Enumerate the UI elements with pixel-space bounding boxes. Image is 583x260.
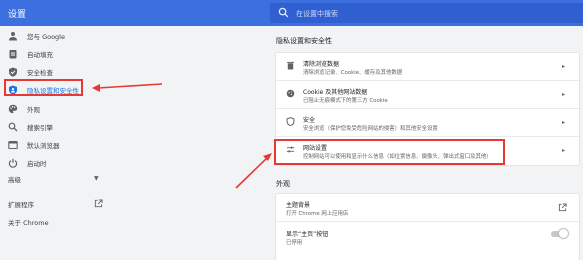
advanced-label: 高级 xyxy=(8,176,21,184)
person-icon xyxy=(9,32,17,41)
row-theme[interactable]: 主题背景 打开 Chrome 网上应用店 xyxy=(276,194,579,222)
search-box[interactable] xyxy=(270,3,583,23)
row-title: 主题背景 xyxy=(286,202,311,209)
section-title-appearance: 外观 xyxy=(276,180,290,188)
annotation-arrow-up xyxy=(235,153,272,189)
palette-icon xyxy=(8,104,18,114)
row-title: 安全 xyxy=(303,117,316,124)
arrow-right-icon: ▸ xyxy=(561,91,565,98)
row-clear-browsing-data[interactable]: 清除浏览数据 清除浏览记录、Cookie、缓存及其他数据 ▸ xyxy=(276,53,579,81)
row-security[interactable]: 安全 安全浏览（保护您免受危险网站的侵害）和其他安全设置 ▸ xyxy=(276,109,579,137)
sidebar-item-label: 搜索引擎 xyxy=(27,124,53,132)
sidebar-item-label: 自动填充 xyxy=(27,51,53,59)
trash-icon xyxy=(287,61,294,70)
arrow-right-icon: ▸ xyxy=(561,63,565,70)
sidebar-item-search-engine[interactable]: 搜索引擎 xyxy=(0,118,115,136)
sidebar-item-autofill[interactable]: 自动填充 xyxy=(0,45,115,63)
search-icon xyxy=(8,122,18,132)
sidebar-item-label: 外观 xyxy=(27,106,40,114)
toggle-knob xyxy=(559,229,568,238)
search-icon xyxy=(278,7,289,18)
clipboard-icon xyxy=(9,50,17,59)
row-title: 清除浏览数据 xyxy=(303,61,340,68)
open-in-new-icon xyxy=(558,203,567,212)
sidebar-item-you-and-google[interactable]: 您与 Google xyxy=(0,27,115,45)
arrow-right-icon: ▸ xyxy=(561,119,565,126)
chevron-down-icon: ▼ xyxy=(94,175,99,182)
section-title-privacy: 隐私设置和安全性 xyxy=(276,37,332,45)
cookie-icon xyxy=(286,89,295,98)
about-label: 关于 Chrome xyxy=(8,219,49,227)
sidebar-item-label: 默认浏览器 xyxy=(27,142,60,150)
sidebar-item-appearance[interactable]: 外观 xyxy=(0,100,115,118)
sidebar-item-about-chrome[interactable]: 关于 Chrome xyxy=(0,213,115,231)
shield-outline-icon xyxy=(286,117,295,126)
row-description: 已停用 xyxy=(286,240,303,246)
extensions-label: 扩展程序 xyxy=(8,201,34,209)
sidebar-item-extensions[interactable]: 扩展程序 xyxy=(0,195,115,213)
page-title: 设置 xyxy=(8,10,27,20)
sidebar-item-label: 安全检查 xyxy=(27,69,53,77)
browser-window-icon xyxy=(8,140,18,150)
shield-check-icon xyxy=(9,67,17,77)
home-button-toggle[interactable] xyxy=(551,229,568,238)
row-description: 打开 Chrome 网上应用店 xyxy=(286,211,349,217)
sidebar-item-advanced[interactable]: 高级 ▼ xyxy=(0,170,115,188)
row-description: 已阻止无痕模式下的第三方 Cookie xyxy=(303,98,388,104)
sidebar: 您与 Google 自动填充 安全检查 隐私设置和安全性 外观 搜索引擎 默认浏… xyxy=(0,26,115,259)
row-cookies[interactable]: Cookie 及其他网站数据 已阻止无痕模式下的第三方 Cookie ▸ xyxy=(276,81,579,109)
sidebar-item-default-browser[interactable]: 默认浏览器 xyxy=(0,136,115,154)
top-bar: 设置 xyxy=(0,0,583,26)
sidebar-item-label: 启动时 xyxy=(27,160,47,168)
sidebar-item-label: 您与 Google xyxy=(27,33,65,41)
row-description: 安全浏览（保护您免受危险网站的侵害）和其他安全设置 xyxy=(303,126,438,132)
highlight-box-site-settings xyxy=(274,139,505,165)
divider xyxy=(276,221,579,222)
row-title: Cookie 及其他网站数据 xyxy=(303,89,368,96)
appearance-card: 主题背景 打开 Chrome 网上应用店 显示“主页”按钮 已停用 xyxy=(276,194,579,260)
open-in-new-icon xyxy=(94,199,103,208)
row-description: 清除浏览记录、Cookie、缓存及其他数据 xyxy=(303,70,403,76)
row-title: 显示“主页”按钮 xyxy=(286,231,329,238)
power-icon xyxy=(8,158,18,168)
row-show-home-button[interactable]: 显示“主页”按钮 已停用 xyxy=(276,224,579,252)
search-input[interactable] xyxy=(294,5,548,23)
arrow-right-icon: ▸ xyxy=(561,147,565,154)
highlight-box-privacy-nav xyxy=(4,79,83,96)
